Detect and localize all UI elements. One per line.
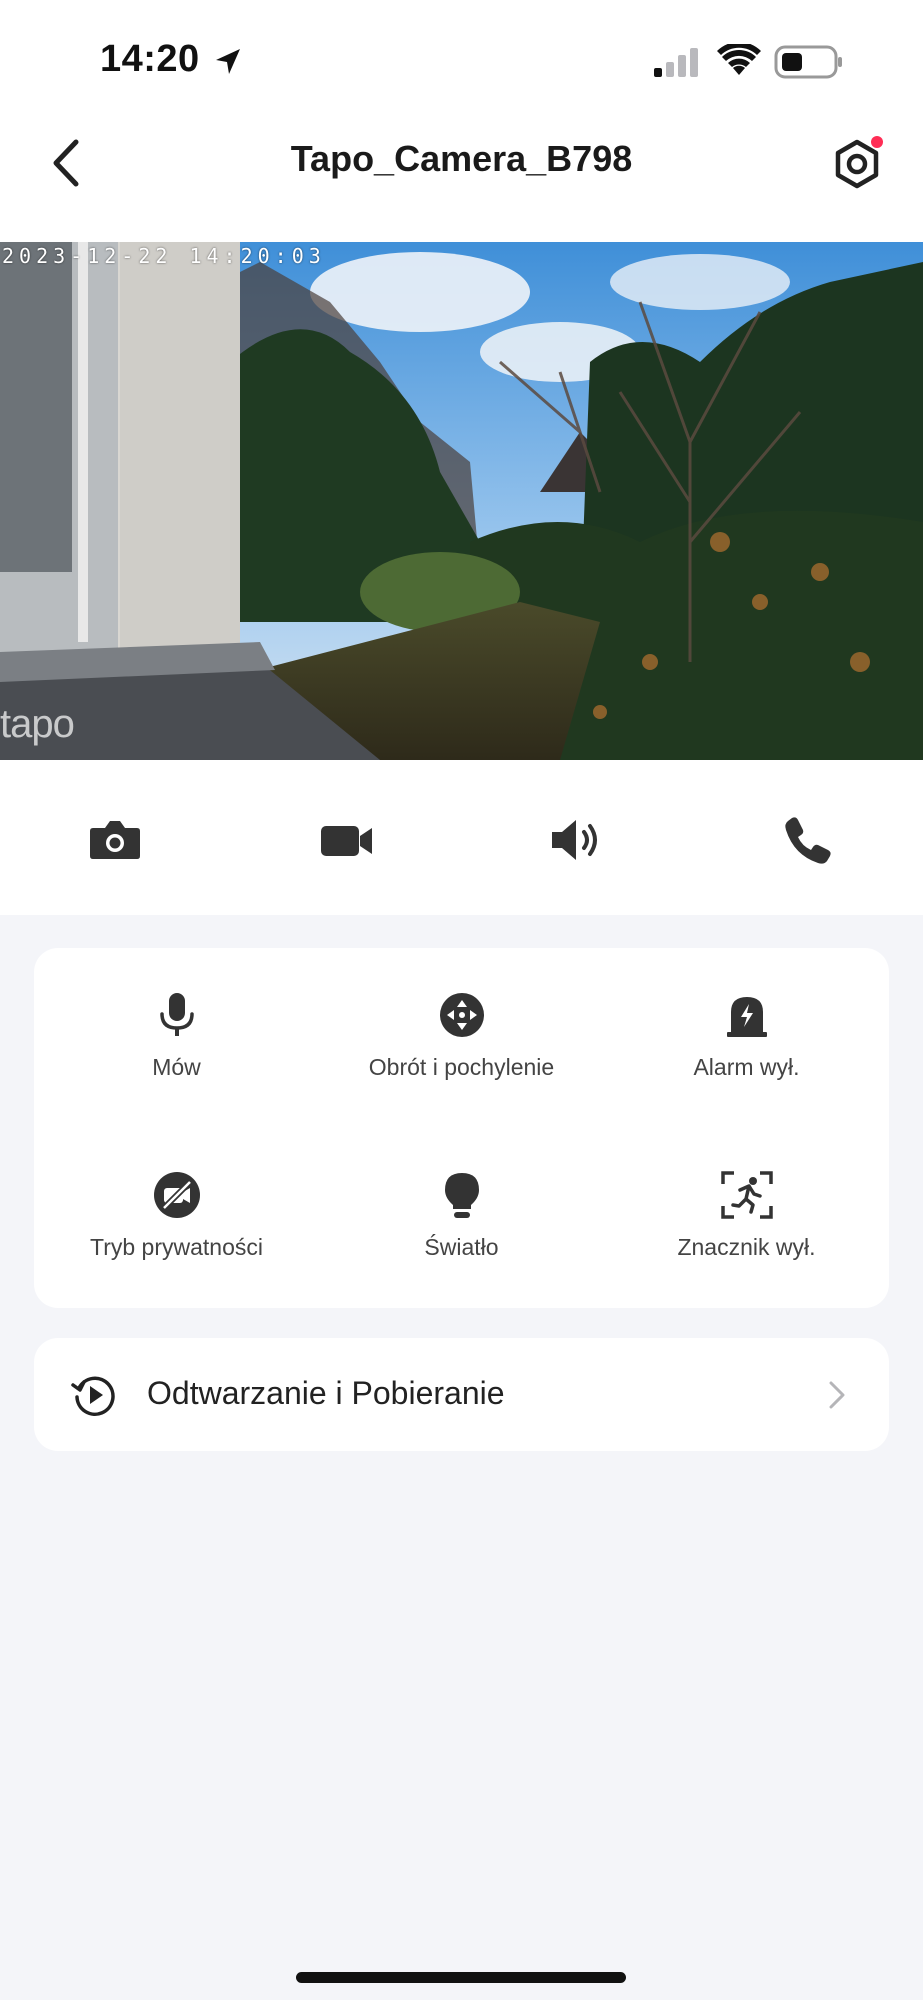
light-bulb-icon	[444, 1173, 479, 1218]
speaker-volume-icon[interactable]	[546, 810, 606, 870]
privacy-mode-button[interactable]: Tryb prywatności	[34, 1170, 319, 1320]
light-button[interactable]: Światło	[319, 1170, 604, 1320]
wifi-icon	[717, 44, 761, 75]
alarm-button[interactable]: Alarm wył.	[604, 990, 889, 1140]
history-play-icon	[71, 1376, 115, 1417]
talk-button[interactable]: Mów	[34, 990, 319, 1140]
location-arrow-icon	[216, 49, 240, 74]
control-label: Obrót i pochylenie	[368, 1054, 555, 1080]
chevron-right-icon	[829, 1381, 845, 1409]
header-area: 14:20 Tapo_Camera_B798	[0, 0, 923, 242]
phone-call-icon[interactable]	[778, 810, 838, 870]
motion-marker-icon	[720, 1171, 773, 1219]
microphone-icon	[159, 993, 194, 1036]
pan-tilt-icon	[439, 993, 484, 1037]
battery-icon	[774, 45, 842, 79]
playback-label: Odtwarzanie i Pobieranie	[147, 1375, 505, 1411]
control-label: Światło	[424, 1234, 499, 1260]
settings-hexagon-icon[interactable]	[826, 134, 888, 196]
page-title: Tapo_Camera_B798	[290, 138, 633, 179]
video-record-icon[interactable]	[316, 810, 376, 870]
playback-download-row[interactable]: Odtwarzanie i Pobieranie	[34, 1338, 889, 1451]
home-indicator[interactable]	[296, 1972, 626, 1983]
camera-snapshot-icon[interactable]	[85, 810, 145, 870]
camera-live-feed[interactable]: 2023-12-22 14:20:03 tapo	[0, 242, 923, 760]
marker-button[interactable]: Znacznik wył.	[604, 1170, 889, 1320]
alarm-siren-icon	[726, 997, 767, 1037]
feed-timestamp: 2023-12-22 14:20:03	[2, 244, 326, 268]
quick-action-toolbar	[0, 760, 923, 915]
controls-card: Mów Obrót i pochylenie Alarm wył. Tryb p…	[34, 948, 889, 1308]
privacy-mode-icon	[153, 1172, 200, 1218]
control-label: Mów	[152, 1054, 201, 1080]
notification-dot	[871, 136, 883, 148]
camera-image	[0, 242, 923, 760]
cellular-signal-icon	[654, 48, 698, 77]
pan-tilt-button[interactable]: Obrót i pochylenie	[319, 990, 604, 1140]
status-time: 14:20	[100, 38, 200, 80]
control-label: Alarm wył.	[693, 1054, 800, 1080]
tapo-watermark: tapo	[0, 702, 75, 746]
control-label: Tryb prywatności	[90, 1234, 263, 1260]
control-label: Znacznik wył.	[677, 1234, 816, 1260]
